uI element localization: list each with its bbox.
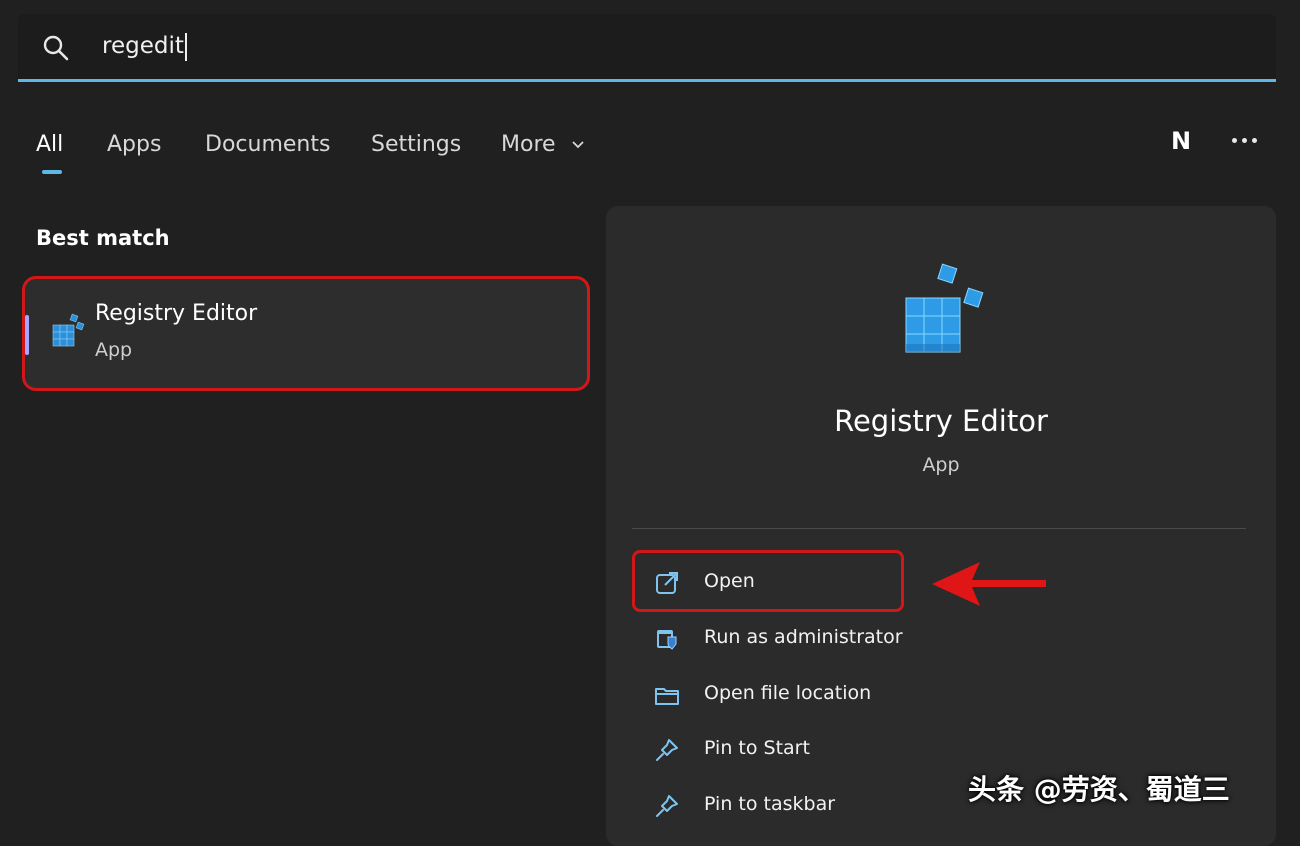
result-title: Registry Editor xyxy=(95,301,258,326)
tab-more-label: More xyxy=(501,132,556,157)
search-bar[interactable]: regedit xyxy=(18,14,1276,82)
chevron-down-icon xyxy=(571,141,584,149)
best-match-result[interactable]: Registry Editor App xyxy=(22,276,590,391)
search-icon xyxy=(43,35,69,61)
text-caret xyxy=(184,32,187,61)
registry-editor-large-icon xyxy=(905,263,984,353)
action-open-file-location-label: Open file location xyxy=(704,682,872,704)
open-highlight-box xyxy=(632,550,904,612)
detail-panel: Registry Editor App Open Run as administ… xyxy=(606,206,1276,846)
action-open-file-location[interactable]: Open file location xyxy=(642,674,1062,714)
action-pin-to-taskbar-label: Pin to taskbar xyxy=(704,793,836,815)
action-run-as-admin-label: Run as administrator xyxy=(704,626,903,648)
selection-indicator xyxy=(25,315,29,355)
tab-more[interactable]: More xyxy=(501,128,585,162)
best-match-heading: Best match xyxy=(36,226,170,250)
detail-subtitle: App xyxy=(922,454,960,476)
shield-admin-icon xyxy=(657,630,677,650)
search-input[interactable]: regedit xyxy=(102,31,187,61)
action-run-as-admin[interactable]: Run as administrator xyxy=(642,618,1062,658)
tab-apps[interactable]: Apps xyxy=(107,128,161,162)
action-pin-to-start[interactable]: Pin to Start xyxy=(642,729,1062,769)
tab-settings[interactable]: Settings xyxy=(371,128,461,162)
account-avatar[interactable]: N xyxy=(1166,124,1196,158)
watermark: 头条 @劳资、蜀道三 xyxy=(968,773,1230,806)
red-arrow-annotation xyxy=(932,562,1046,606)
result-subtitle: App xyxy=(95,339,133,361)
divider xyxy=(632,528,1246,529)
pin-icon xyxy=(656,739,678,761)
folder-icon xyxy=(655,688,679,705)
action-pin-to-start-label: Pin to Start xyxy=(704,737,810,759)
active-tab-indicator xyxy=(42,170,62,174)
tab-documents[interactable]: Documents xyxy=(205,128,330,162)
registry-editor-icon xyxy=(52,313,85,347)
more-options-icon[interactable] xyxy=(1232,138,1260,146)
pin-icon xyxy=(656,795,678,817)
detail-title: Registry Editor xyxy=(834,404,1048,438)
tab-all[interactable]: All xyxy=(36,128,63,162)
